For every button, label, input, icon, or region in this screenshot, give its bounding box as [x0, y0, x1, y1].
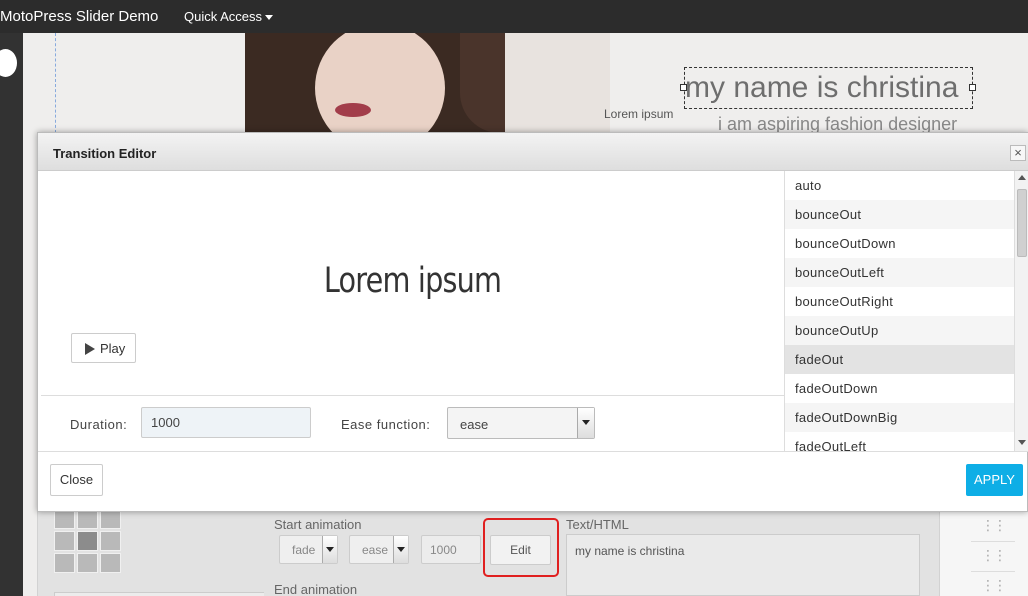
duration-label: Duration: — [70, 417, 128, 432]
list-item[interactable]: fadeOutLeft — [785, 432, 1014, 451]
list-item[interactable]: bounceOutUp — [785, 316, 1014, 345]
image-background-shape — [505, 33, 610, 133]
text-html-textarea[interactable]: my name is christina — [566, 534, 920, 596]
quick-access-label: Quick Access — [184, 9, 263, 24]
scrollbar-thumb[interactable] — [1017, 189, 1027, 257]
list-item[interactable]: bounceOutDown — [785, 229, 1014, 258]
drag-handle-icon[interactable]: ⋮⋮ — [971, 571, 1015, 596]
scroll-up-icon[interactable] — [1018, 175, 1026, 180]
ease-function-label: Ease function: — [341, 417, 431, 432]
drag-handle-icon[interactable]: ⋮⋮ — [971, 511, 1015, 540]
align-cell[interactable] — [77, 509, 98, 529]
start-effect-value: fade — [292, 543, 316, 557]
start-ease-value: ease — [362, 543, 389, 557]
align-cell[interactable] — [100, 531, 121, 551]
play-icon — [85, 343, 95, 355]
quick-access-menu[interactable]: Quick Access — [184, 9, 274, 24]
circle-icon[interactable] — [0, 49, 17, 77]
transition-editor-dialog: Transition Editor × Lorem ipsum Play Dur… — [37, 132, 1028, 512]
drag-handle-icon[interactable]: ⋮⋮ — [971, 541, 1015, 570]
list-item[interactable]: fadeOutDownBig — [785, 403, 1014, 432]
slide-image — [245, 33, 610, 133]
start-duration-input[interactable]: 1000 — [421, 535, 481, 564]
list-item[interactable]: auto — [785, 171, 1014, 200]
align-cell[interactable] — [54, 553, 75, 573]
admin-top-bar: MotoPress Slider Demo Quick Access — [0, 0, 1028, 33]
ease-function-value: ease — [460, 417, 489, 432]
list-item[interactable]: bounceOut — [785, 200, 1014, 229]
start-ease-select[interactable]: ease — [349, 535, 409, 564]
edit-button-highlight — [483, 518, 559, 577]
align-cell[interactable] — [100, 553, 121, 573]
transition-controls: Duration: 1000 Ease function: ease — [41, 395, 784, 451]
chevron-down-icon — [393, 536, 408, 563]
start-animation-label: Start animation — [274, 517, 362, 532]
close-button[interactable]: Close — [50, 464, 103, 496]
scroll-down-icon[interactable] — [1018, 440, 1026, 445]
panel-tab-strip — [54, 592, 264, 596]
text-html-label: Text/HTML — [566, 517, 629, 532]
image-face-shape — [315, 33, 445, 133]
preview-text: Lorem ipsum — [323, 261, 502, 301]
dialog-title: Transition Editor — [53, 146, 157, 161]
list-item[interactable]: bounceOutLeft — [785, 258, 1014, 287]
end-animation-label: End animation — [274, 582, 358, 596]
resize-handle-left[interactable] — [680, 84, 687, 91]
slide-heading-layer[interactable]: my name is christina — [685, 71, 958, 105]
alignment-grid[interactable] — [54, 509, 124, 577]
ease-function-select[interactable]: ease — [447, 407, 595, 439]
image-lips-shape — [335, 103, 371, 117]
left-sidebar-strip — [0, 33, 23, 596]
chevron-down-icon — [322, 536, 337, 563]
list-item[interactable]: fadeOutDown — [785, 374, 1014, 403]
apply-button[interactable]: APPLY — [966, 464, 1023, 496]
list-item[interactable]: bounceOutRight — [785, 287, 1014, 316]
align-cell[interactable] — [54, 509, 75, 529]
duration-input[interactable]: 1000 — [141, 407, 311, 438]
dialog-header: Transition Editor × — [38, 133, 1028, 171]
chevron-down-icon — [577, 408, 594, 438]
site-title[interactable]: MotoPress Slider Demo — [0, 8, 158, 25]
play-button[interactable]: Play — [71, 333, 136, 363]
resize-handle-right[interactable] — [969, 84, 976, 91]
play-button-label: Play — [100, 341, 126, 356]
close-icon[interactable]: × — [1010, 145, 1026, 161]
list-item-selected[interactable]: fadeOut — [785, 345, 1014, 374]
effect-list-scrollbar[interactable] — [1014, 171, 1028, 451]
slide-small-text-layer[interactable]: Lorem ipsum — [604, 107, 673, 121]
align-cell[interactable] — [54, 531, 75, 551]
guide-line — [55, 33, 56, 133]
animation-preview-area: Lorem ipsum Play — [41, 171, 784, 395]
effect-list[interactable]: auto bounceOut bounceOutDown bounceOutLe… — [784, 171, 1014, 451]
align-cell-selected[interactable] — [77, 531, 98, 551]
align-cell[interactable] — [77, 553, 98, 573]
align-cell[interactable] — [100, 509, 121, 529]
dialog-footer-divider — [38, 451, 1028, 452]
start-effect-select[interactable]: fade — [279, 535, 338, 564]
caret-down-icon — [265, 15, 274, 21]
